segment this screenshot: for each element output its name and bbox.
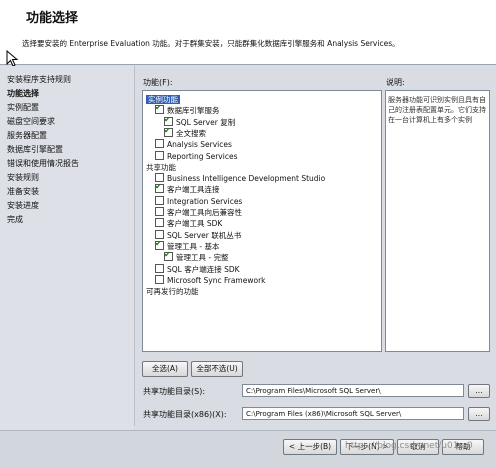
nav-item-instance-config[interactable]: 实例配置 (7, 102, 39, 113)
nav-item-complete[interactable]: 完成 (7, 214, 23, 225)
shared-dir-x86-label: 共享功能目录(x86)(X): (143, 410, 227, 419)
nav-item-feature-selection[interactable]: 功能选择 (7, 88, 39, 99)
feature-item[interactable]: SQL Server 复制 (164, 114, 236, 128)
shared-dir-x86-field[interactable]: C:\Program Files (x86)\Microsoft SQL Ser… (242, 407, 464, 420)
nav-item-install-progress[interactable]: 安装进度 (7, 200, 39, 211)
unchecked-checkbox[interactable] (155, 218, 164, 228)
unchecked-checkbox[interactable] (155, 150, 164, 160)
feature-label: Business Intelligence Development Studio (167, 174, 326, 184)
feature-item[interactable]: Business Intelligence Development Studio (155, 173, 325, 184)
nav-item-install-rules[interactable]: 安装规则 (7, 172, 39, 183)
feature-item[interactable]: Integration Services (155, 195, 243, 207)
nav-item-server-config[interactable]: 服务器配置 (7, 130, 47, 141)
feature-label: 全文搜索 (176, 128, 206, 138)
feature-group[interactable]: 实例功能 (146, 94, 180, 105)
checked-checkbox[interactable] (164, 125, 173, 137)
feature-label: 客户端工具连接 (167, 185, 220, 195)
feature-label: 客户端工具 SDK (167, 219, 223, 229)
checked-checkbox[interactable] (155, 238, 164, 250)
back-button[interactable]: < 上一步(B) (283, 439, 337, 455)
feature-item[interactable]: 客户端工具 SDK (155, 218, 222, 229)
feature-label: Integration Services (167, 196, 243, 206)
unchecked-checkbox[interactable] (155, 207, 164, 216)
feature-item[interactable]: SQL 客户端连接 SDK (155, 263, 240, 275)
sidebar-nav: 安装程序支持规则 功能选择 实例配置 磁盘空间要求 服务器配置 数据库引擎配置 … (0, 66, 134, 466)
feature-item[interactable]: Microsoft Sync Framework (155, 274, 266, 286)
description-box: 服务器功能可识别实例且具有自己的注册表配置单元。它们支持在一台计算机上有多个实例 (385, 90, 490, 352)
shared-dir-label: 共享功能目录(S): (143, 387, 206, 396)
unselect-all-button[interactable]: 全部不选(U) (191, 361, 243, 377)
nav-item-db-engine-config[interactable]: 数据库引擎配置 (7, 144, 63, 155)
feature-group[interactable]: 共享功能 (146, 162, 176, 173)
description-label: 说明: (386, 78, 405, 87)
shared-dir-field[interactable]: C:\Program Files\Microsoft SQL Server\ (242, 384, 464, 397)
unchecked-checkbox[interactable] (155, 139, 164, 149)
checked-checkbox[interactable] (164, 249, 173, 262)
feature-item[interactable]: Analysis Services (155, 139, 232, 150)
feature-item[interactable]: 管理工具 - 完整 (164, 249, 229, 263)
shared-dir-x86-browse-button[interactable]: ... (468, 407, 490, 421)
feature-label: Microsoft Sync Framework (167, 275, 266, 285)
description-text: 服务器功能可识别实例且具有自己的注册表配置单元。它们支持在一台计算机上有多个实例 (388, 96, 486, 124)
nav-item-ready-to-install[interactable]: 准备安装 (7, 186, 39, 197)
feature-label: Analysis Services (167, 140, 232, 150)
feature-label: 实例功能 (146, 95, 180, 104)
feature-group[interactable]: 可再发行的功能 (146, 286, 199, 297)
feature-item[interactable]: 全文搜索 (164, 125, 206, 139)
feature-item[interactable]: 客户端工具连接 (155, 181, 220, 195)
feature-item[interactable]: Reporting Services (155, 150, 238, 162)
nav-item-support-rules[interactable]: 安装程序支持规则 (7, 74, 71, 85)
feature-label: 数据库引擎服务 (167, 106, 220, 116)
unchecked-checkbox[interactable] (155, 195, 164, 205)
divider (134, 66, 135, 426)
nav-item-disk-space[interactable]: 磁盘空间要求 (7, 116, 55, 127)
page-description: 选择要安装的 Enterprise Evaluation 功能。对于群集安装，只… (22, 39, 400, 48)
checked-checkbox[interactable] (155, 181, 164, 194)
shared-dir-browse-button[interactable]: ... (468, 384, 490, 398)
page-title: 功能选择 (26, 11, 79, 26)
feature-label: 客户端工具向后兼容性 (167, 208, 242, 217)
feature-label: SQL Server 联机丛书 (167, 230, 242, 240)
page-header: 功能选择 选择要安装的 Enterprise Evaluation 功能。对于群… (0, 0, 496, 65)
select-all-button[interactable]: 全选(A) (142, 361, 188, 377)
feature-label: 管理工具 - 完整 (176, 253, 229, 263)
feature-label: Reporting Services (167, 151, 238, 161)
feature-label: 管理工具 - 基本 (167, 241, 220, 251)
nav-item-error-reporting[interactable]: 错误和使用情况报告 (7, 158, 79, 169)
features-label: 功能(F): (143, 78, 173, 87)
feature-label: 共享功能 (146, 162, 176, 172)
feature-item[interactable]: SQL Server 联机丛书 (155, 229, 242, 241)
feature-item[interactable]: 客户端工具向后兼容性 (155, 207, 242, 218)
feature-label: SQL 客户端连接 SDK (167, 264, 240, 274)
unchecked-checkbox[interactable] (155, 274, 164, 284)
feature-tree[interactable]: 实例功能数据库引擎服务SQL Server 复制全文搜索 Analysis Ser… (142, 90, 382, 352)
watermark: https://blog.csdn.net/u01...0 (345, 441, 473, 451)
feature-label: 可再发行的功能 (146, 287, 199, 297)
feature-label: SQL Server 复制 (176, 117, 236, 127)
unchecked-checkbox[interactable] (155, 263, 164, 273)
checked-checkbox[interactable] (155, 102, 164, 115)
